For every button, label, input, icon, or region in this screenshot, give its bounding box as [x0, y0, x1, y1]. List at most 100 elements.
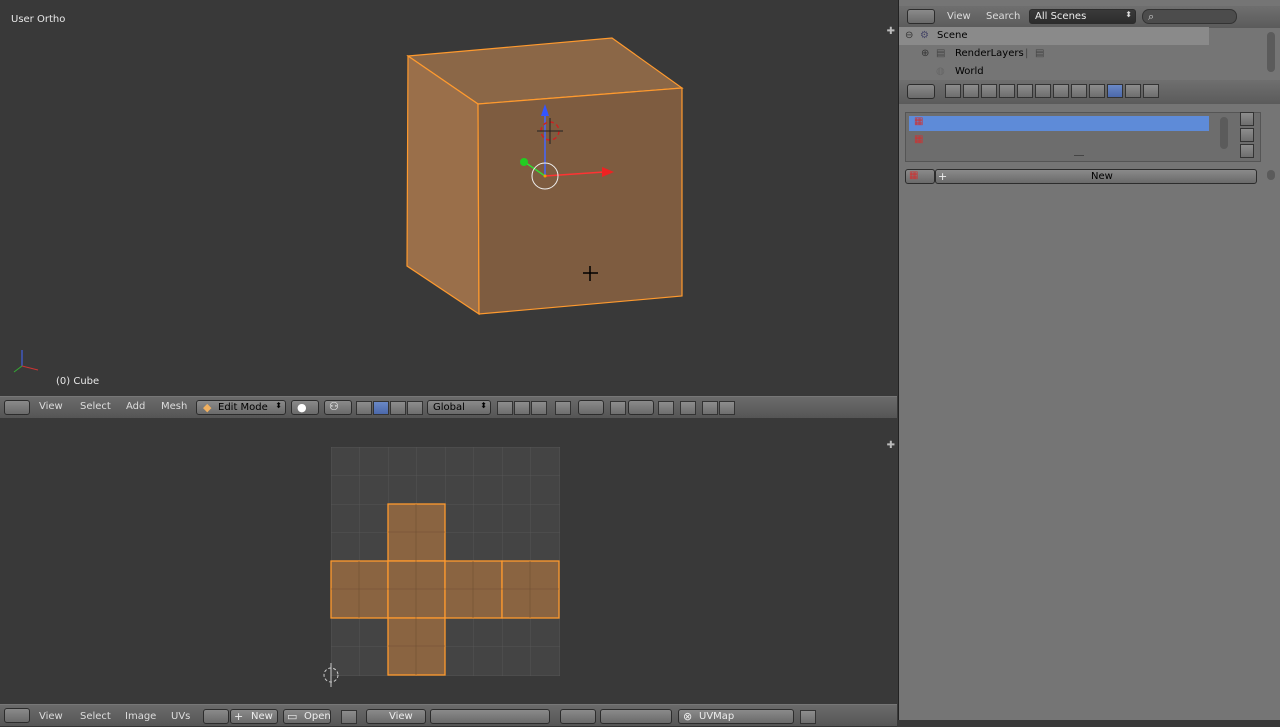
move-down-button[interactable] [1240, 128, 1254, 142]
solid-shading-icon: ● [297, 401, 307, 414]
axis-widget-icon [13, 350, 39, 373]
slot-list-scrollbar[interactable] [1220, 117, 1228, 149]
3d-viewport[interactable]: User Ortho ✚ (0) Cube [0, 0, 897, 396]
menu-add[interactable]: Add [126, 401, 145, 412]
menu-select[interactable]: Select [80, 711, 111, 722]
tab-texture[interactable] [1107, 84, 1123, 98]
uv-header: View Select Image UVs + New ▭ Open View … [0, 704, 897, 727]
properties-panel: ▦ ▦ ▦ + New [898, 80, 1280, 720]
uv-editor[interactable]: ✚ [0, 418, 897, 704]
tab-modifiers[interactable] [1053, 84, 1069, 98]
outliner-panel: View Search All Scenes ⬍ ⌕ ⊖ ⚙ Scene ⊕ ▤… [898, 0, 1280, 80]
tab-physics[interactable] [1143, 84, 1159, 98]
tab-particles[interactable] [1125, 84, 1141, 98]
menu-image[interactable]: Image [125, 711, 156, 722]
dropdown-arrow-icon: ⬍ [480, 401, 487, 410]
scale-manipulator[interactable] [407, 401, 423, 415]
tab-render[interactable] [945, 84, 961, 98]
uv-canvas [323, 447, 560, 687]
checker-icon: ▦ [909, 170, 919, 181]
dropdown-arrow-icon: ⬍ [1125, 10, 1132, 19]
collapse-icon[interactable]: ⊖ [905, 27, 913, 45]
outliner-view-menu[interactable]: View [947, 11, 971, 22]
tab-world[interactable] [999, 84, 1015, 98]
tab-data[interactable] [1071, 84, 1087, 98]
dropdown-arrow-icon: ⬍ [275, 401, 282, 410]
menu-mesh[interactable]: Mesh [161, 401, 187, 412]
move-up-button[interactable] [1240, 112, 1254, 126]
lock-icon[interactable] [800, 710, 816, 724]
outliner-row-renderlayers[interactable]: ⊕ ▤ RenderLayers | ▤ [899, 45, 1209, 63]
uv-pivot-select[interactable] [560, 709, 596, 724]
pivot-select[interactable]: ⚇ [324, 400, 352, 415]
tab-material[interactable] [1089, 84, 1105, 98]
outliner-row-world[interactable]: ◍ World [899, 63, 1209, 81]
specials-button[interactable] [1240, 144, 1254, 158]
open-image-button[interactable]: ▭ Open [283, 709, 331, 724]
snap-element-select[interactable] [628, 400, 654, 415]
snap-toggle[interactable] [610, 401, 626, 415]
texture-browse-button[interactable]: ▦ [905, 169, 935, 184]
tab-constraints[interactable] [1035, 84, 1051, 98]
image-browse-button[interactable] [203, 709, 229, 724]
properties-context-tabs [945, 84, 1159, 98]
list-resize-handle[interactable] [1074, 155, 1084, 156]
folder-icon: ▭ [287, 710, 298, 723]
menu-uvs[interactable]: UVs [171, 711, 190, 722]
proportional-edit-select[interactable] [578, 400, 604, 415]
tab-object[interactable] [1017, 84, 1033, 98]
menu-view[interactable]: View [39, 711, 63, 722]
translate-manipulator[interactable] [373, 401, 389, 415]
new-image-button[interactable]: + New [230, 709, 278, 724]
orientation-select[interactable]: Global ⬍ [427, 400, 491, 415]
expand-icon[interactable]: ⊕ [921, 45, 929, 63]
menu-view[interactable]: View [39, 401, 63, 412]
manipulator-toggle[interactable] [356, 401, 372, 415]
editor-type-button[interactable] [907, 84, 935, 99]
checker-icon: ▦ [914, 134, 924, 145]
editor-type-button[interactable] [4, 708, 30, 723]
tab-scene[interactable] [981, 84, 997, 98]
tab-render-layers[interactable] [963, 84, 979, 98]
outliner-search-input[interactable]: ⌕ [1142, 9, 1237, 24]
outliner-scrollbar[interactable] [1267, 32, 1275, 72]
vertex-select-button[interactable] [497, 401, 513, 415]
outliner-row-scene[interactable]: ⊖ ⚙ Scene [899, 27, 1209, 45]
face-select-button[interactable] [531, 401, 547, 415]
scene-filter-select[interactable]: All Scenes ⬍ [1029, 9, 1136, 24]
limit-selection-button[interactable] [555, 401, 571, 415]
mode-select[interactable]: ◆ Edit Mode ⬍ [196, 400, 286, 415]
slot-move-buttons [1240, 112, 1254, 158]
uvmap-select[interactable]: ⊗ UVMap [678, 709, 794, 724]
y-handle-icon [520, 158, 528, 166]
snap-target-button[interactable] [658, 401, 674, 415]
editor-type-button[interactable] [907, 9, 935, 24]
texture-slot-list[interactable]: ▦ ▦ [905, 112, 1261, 162]
menu-select[interactable]: Select [80, 401, 111, 412]
uvmap-icon: ⊗ [683, 710, 693, 723]
search-icon: ⌕ [1148, 10, 1155, 23]
pin-button[interactable] [341, 710, 357, 724]
checker-icon: ▦ [914, 116, 924, 127]
world-icon: ◍ [936, 66, 945, 77]
object-label: (0) Cube [56, 376, 100, 387]
render-anim-button[interactable] [719, 401, 735, 415]
view-mode-select[interactable]: View [366, 709, 426, 724]
layers-button[interactable] [680, 401, 696, 415]
scene-icon: ⚙ [920, 30, 929, 41]
pivot-point-icon: ⚇ [329, 400, 339, 413]
edit-mode-icon: ◆ [203, 401, 212, 414]
properties-scrollbar[interactable] [1267, 170, 1275, 180]
rotate-manipulator[interactable] [390, 401, 406, 415]
outliner-search-menu[interactable]: Search [986, 11, 1020, 22]
render-button[interactable] [702, 401, 718, 415]
editor-type-button[interactable] [4, 400, 30, 415]
new-texture-button[interactable]: + New [935, 169, 1257, 184]
outliner-header: View Search All Scenes ⬍ ⌕ [899, 6, 1280, 28]
properties-header [899, 80, 1280, 104]
uv-snap-group[interactable] [600, 709, 672, 724]
shading-select[interactable]: ● [291, 400, 319, 415]
texture-slot-selected[interactable] [909, 116, 1209, 131]
uv-tools-group[interactable] [430, 709, 550, 724]
edge-select-button[interactable] [514, 401, 530, 415]
